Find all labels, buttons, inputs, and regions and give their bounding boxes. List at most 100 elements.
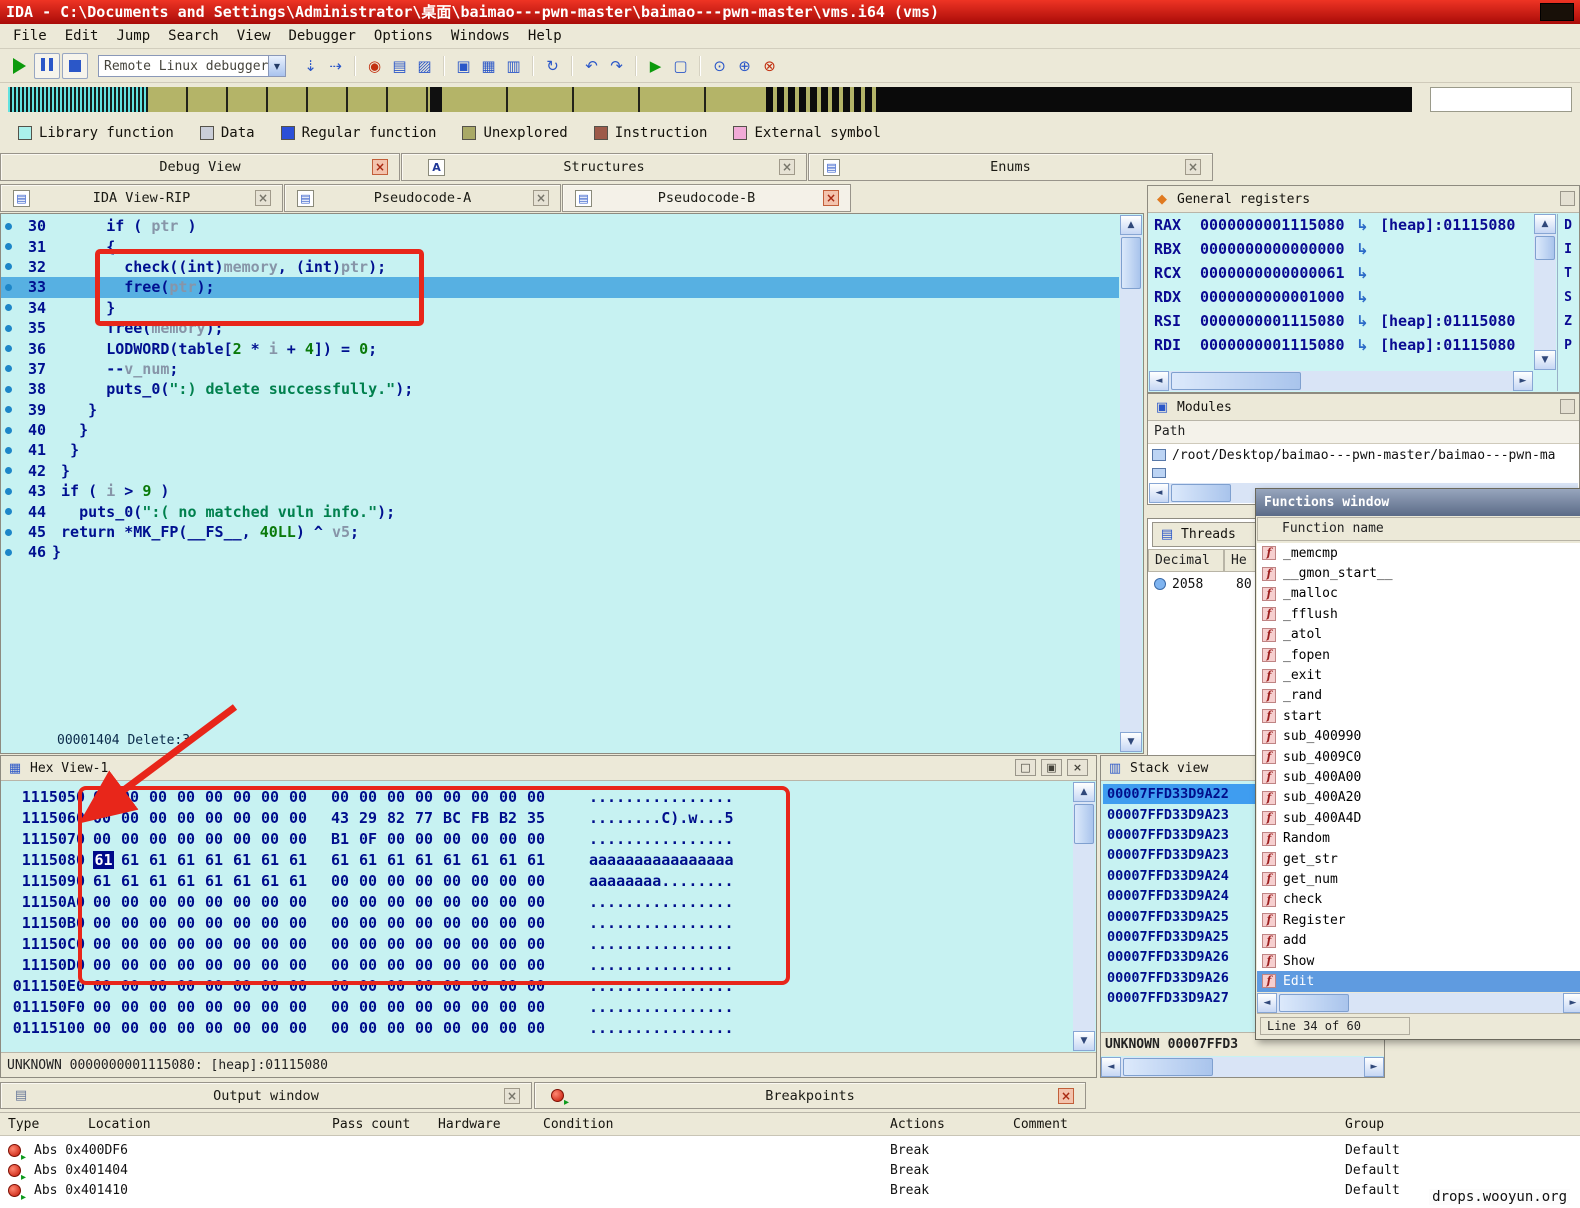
code-line[interactable]: 40 } (1, 420, 1119, 440)
code-line[interactable]: 44 puts_0(":( no matched vuln info."); (1, 501, 1119, 521)
nav-segment-unexplored[interactable] (148, 87, 430, 112)
function-item[interactable]: sub_400A4D (1257, 808, 1580, 828)
code-line[interactable]: 35 free(memory); (1, 318, 1119, 338)
scroll-right-icon[interactable] (1563, 993, 1580, 1013)
code-line[interactable]: 37 --v_num; (1, 359, 1119, 379)
tab-threads[interactable]: Threads (1152, 522, 1258, 547)
breakpoint-list-button[interactable]: ▤ (387, 54, 412, 79)
code-line[interactable]: 39 } (1, 400, 1119, 420)
function-item[interactable]: _fflush (1257, 604, 1580, 624)
breakpoint-row[interactable]: Abs 0x400DF6 Break Default (0, 1141, 1580, 1163)
tab-ida-view-rip[interactable]: IDA View-RIP (0, 184, 283, 212)
jump-arrow-icon[interactable] (1356, 216, 1380, 234)
scroll-thumb[interactable] (1171, 484, 1231, 502)
panel-menu-button[interactable] (1560, 191, 1575, 206)
jump-arrow-icon[interactable] (1356, 288, 1380, 306)
scroll-thumb[interactable] (1171, 372, 1301, 390)
close-icon[interactable] (1185, 159, 1201, 175)
registers-scrollbar-vertical[interactable] (1534, 214, 1556, 370)
code-scrollbar[interactable] (1120, 215, 1142, 752)
stack-scrollbar-horizontal[interactable] (1101, 1057, 1384, 1077)
close-icon[interactable] (1058, 1088, 1074, 1104)
hex-scrollbar-vertical[interactable] (1073, 782, 1095, 1051)
close-icon[interactable] (1067, 759, 1088, 776)
title-bar[interactable]: IDA - C:\Documents and Settings\Administ… (0, 0, 1580, 24)
line-dot-icon[interactable] (1, 243, 16, 250)
jump-forward-button[interactable]: ↷ (604, 54, 629, 79)
menu-file[interactable]: File (4, 26, 56, 46)
open-structures-button[interactable]: ▥ (501, 54, 526, 79)
scroll-up-icon[interactable] (1120, 215, 1142, 235)
scroll-down-icon[interactable] (1120, 732, 1142, 752)
hex-row[interactable]: 1115080 61 61 61 61 61 61 61 61 61 61 61 61 61 61 61 61 a… (3, 849, 1072, 870)
scroll-left-icon[interactable] (1149, 483, 1169, 503)
close-icon[interactable] (533, 190, 549, 206)
function-item[interactable]: sub_4009C0 (1257, 747, 1580, 767)
nav-segment-mixed[interactable] (766, 87, 876, 112)
nav-segment-library[interactable] (8, 87, 148, 112)
code-line[interactable]: 38 puts_0(":) delete successfully."); (1, 379, 1119, 399)
scroll-right-icon[interactable] (1364, 1057, 1384, 1077)
menu-debugger[interactable]: Debugger (279, 26, 364, 46)
line-dot-icon[interactable] (1, 304, 16, 311)
panel-menu-button[interactable] (1560, 399, 1575, 414)
scroll-thumb[interactable] (1279, 994, 1349, 1012)
line-dot-icon[interactable] (1, 529, 16, 536)
code-line[interactable]: 45 return *MK_FP(__FS__, 40LL) ^ v5; (1, 522, 1119, 542)
scroll-left-icon[interactable] (1149, 371, 1169, 391)
line-dot-icon[interactable] (1, 549, 16, 556)
tab-output-window[interactable]: Output window (0, 1082, 532, 1109)
function-item[interactable]: start (1257, 706, 1580, 726)
hex-row[interactable]: 11150A0 00 00 00 00 00 00 00 00 00 00 00 00 00 00 00 00.… (3, 891, 1072, 912)
function-item[interactable]: get_num (1257, 869, 1580, 889)
refresh-button[interactable]: ↻ (540, 54, 565, 79)
panel-header[interactable]: Hex View-1 (1, 756, 1096, 781)
jump-arrow-icon[interactable] (1356, 336, 1380, 354)
tab-pseudocode-a[interactable]: Pseudocode-A (284, 184, 561, 212)
nav-segment-data[interactable] (430, 87, 442, 112)
function-item[interactable]: _rand (1257, 686, 1580, 706)
function-item[interactable]: sub_400A00 (1257, 767, 1580, 787)
code-line[interactable]: 34 } (1, 298, 1119, 318)
titlebar-button[interactable] (1540, 3, 1574, 21)
jump-arrow-icon[interactable] (1356, 264, 1380, 282)
function-item[interactable]: sub_400A20 (1257, 788, 1580, 808)
code-line[interactable]: 46} (1, 542, 1119, 562)
hex-row[interactable]: 1115050 00 00 00 00 00 00 00 00 00 00 00 00 00 00 00 00.… (3, 786, 1072, 807)
code-line[interactable]: 43 if ( i > 9 ) (1, 481, 1119, 501)
kill-process-button[interactable]: ⊗ (757, 54, 782, 79)
scroll-down-icon[interactable] (1534, 350, 1556, 370)
open-hex-view-button[interactable]: ▦ (476, 54, 501, 79)
registers-scrollbar-horizontal[interactable] (1149, 371, 1533, 391)
line-dot-icon[interactable] (1, 365, 16, 372)
hex-row[interactable]: 1115090 61 61 61 61 61 61 61 61 00 00 00 00 00 00 00 00 a… (3, 870, 1072, 891)
scroll-left-icon[interactable] (1257, 993, 1277, 1013)
close-icon[interactable] (372, 159, 388, 175)
nav-segment-dark[interactable] (876, 87, 1412, 112)
hex-row[interactable]: 01115100 00 00 00 00 00 00 00 00 00 00 00 00 00 00 00 00… (3, 1017, 1072, 1038)
functions-scrollbar-horizontal[interactable] (1257, 993, 1580, 1013)
line-dot-icon[interactable] (1, 427, 16, 434)
code-line[interactable]: 32 check((int)memory, (int)ptr); (1, 257, 1119, 277)
trace-options-button[interactable]: ⊙ (707, 54, 732, 79)
function-item[interactable]: Register (1257, 910, 1580, 930)
breakpoint-row[interactable]: Abs 0x401404 Break Default (0, 1161, 1580, 1183)
hex-row[interactable]: 11150C0 00 00 00 00 00 00 00 00 00 00 00 00 00 00 00 00.… (3, 933, 1072, 954)
jump-back-button[interactable]: ↶ (579, 54, 604, 79)
stack-trace-button[interactable]: ⊕ (732, 54, 757, 79)
scroll-up-icon[interactable] (1534, 214, 1556, 234)
line-dot-icon[interactable] (1, 223, 16, 230)
line-dot-icon[interactable] (1, 508, 16, 515)
menu-jump[interactable]: Jump (107, 26, 159, 46)
function-item[interactable]: sub_400990 (1257, 727, 1580, 747)
line-dot-icon[interactable] (1, 406, 16, 413)
threads-column-decimal[interactable]: Decimal (1148, 549, 1224, 572)
pause-process-button[interactable] (34, 53, 60, 79)
function-item[interactable]: __gmon_start__ (1257, 563, 1580, 583)
line-dot-icon[interactable] (1, 325, 16, 332)
restore-icon[interactable] (1041, 759, 1062, 776)
minimize-icon[interactable] (1015, 759, 1036, 776)
code-line[interactable]: 30 if ( ptr ) (1, 216, 1119, 236)
module-row[interactable]: /root/Desktop/baimao---pwn-master/baimao… (1148, 444, 1579, 466)
open-ida-view-button[interactable]: ▣ (451, 54, 476, 79)
